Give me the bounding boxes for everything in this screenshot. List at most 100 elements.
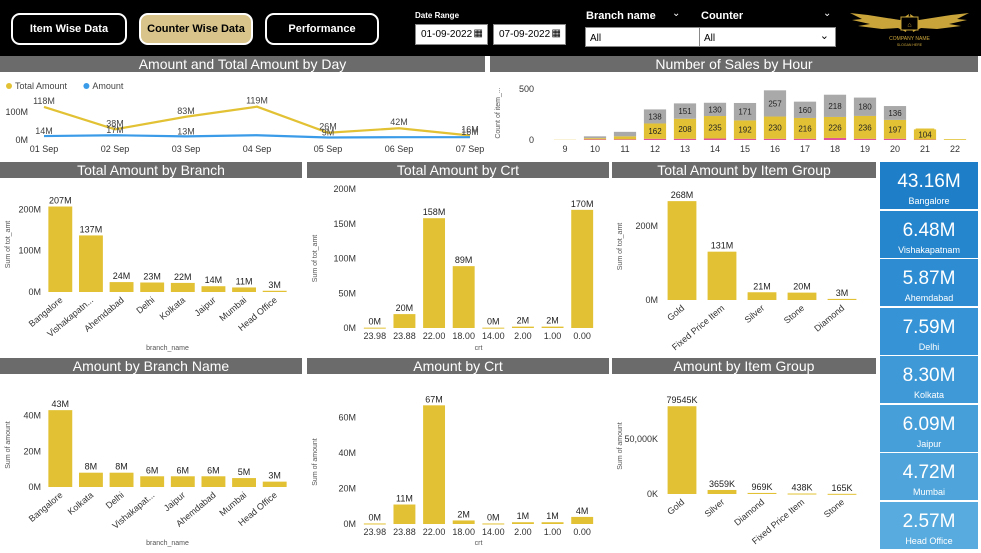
data-label: 13M [177, 126, 195, 136]
x-tick-label: 11 [620, 144, 629, 154]
y-axis-label: Sum of amount [5, 421, 12, 469]
x-tick-label: 0.00 [573, 527, 591, 537]
kpi-card-kolkata: 8.30M Kolkata [880, 356, 978, 403]
bar [201, 286, 226, 292]
data-label: 79545K [666, 395, 697, 405]
data-label: 20M [793, 282, 811, 292]
data-label: 2M [546, 316, 559, 326]
calendar-icon[interactable]: ▦ [552, 28, 561, 39]
data-label: 5M [238, 467, 251, 477]
x-tick-label: 14 [710, 144, 720, 154]
data-label: 165K [831, 483, 852, 493]
data-label: 180 [858, 103, 872, 112]
x-tick-label: 05 Sep [314, 144, 343, 154]
x-tick-label: 1.00 [544, 527, 562, 537]
counter-label: Counter [701, 10, 744, 22]
data-label: 0M [487, 512, 500, 522]
y-axis-label: Sum of tot_amt [617, 223, 624, 271]
data-label: 151 [678, 107, 692, 116]
kpi-value: 7.59M [902, 316, 956, 338]
x-tick-label: 15 [740, 144, 750, 154]
y-axis-label: Sum of amount [312, 438, 319, 486]
bar [78, 472, 103, 487]
date-from-field[interactable]: 01-09-2022 ▦ [415, 24, 488, 45]
bar [707, 251, 737, 300]
y-tick-label: 100M [333, 254, 356, 264]
bar [140, 282, 165, 292]
y-tick-label: 0M [15, 135, 28, 145]
bar [423, 405, 446, 524]
item2-bar-chart: Sum of amount 0K 50,000K 79545K Gold 3659K Sil… [617, 395, 857, 546]
bar [452, 520, 475, 524]
calendar-icon[interactable]: ▦ [474, 28, 483, 39]
counter-wise-data-button[interactable]: Counter Wise Data [139, 13, 253, 45]
data-label: 43M [52, 399, 70, 409]
branch-bar-chart: Sum of tot_amt0M100M200M207MBangalore137… [5, 196, 287, 352]
bar-segment [943, 139, 967, 140]
counter-select[interactable]: All ⌄ [699, 27, 836, 47]
x-tick-label: 17 [800, 144, 810, 154]
bar [232, 287, 257, 292]
x-tick-label: Gold [665, 303, 686, 323]
kpi-card-head-office: 2.57M Head Office [880, 501, 978, 549]
data-label: 137M [80, 224, 103, 234]
x-tick-label: 23.98 [364, 527, 387, 537]
y-tick-label: 50M [338, 288, 356, 298]
item-wise-data-button[interactable]: Item Wise Data [11, 13, 127, 45]
y-tick-label: 20M [338, 484, 356, 494]
performance-button[interactable]: Performance [265, 13, 379, 45]
x-tick-label: 10 [590, 144, 600, 154]
x-tick-label: 9 [562, 144, 567, 154]
kpi-branch-name: Kolkata [913, 390, 945, 400]
data-label: 4M [576, 506, 589, 516]
data-label: 83M [177, 106, 195, 116]
y-tick-label: 50,000K [624, 434, 658, 444]
date-to-value: 07-09-2022 [499, 29, 551, 40]
data-label: 158M [423, 207, 446, 217]
data-label: 235 [708, 123, 722, 132]
item-chart-title: Total Amount by Item Group [612, 162, 876, 178]
data-label: 268M [671, 190, 694, 200]
legend-label: Total Amount [15, 81, 68, 91]
x-tick-label: Bangalore [27, 490, 65, 524]
bar [393, 504, 416, 524]
x-tick-label: 18 [830, 144, 840, 154]
x-tick-label: Silver [703, 497, 727, 519]
branch-name-label: Branch name [586, 10, 656, 22]
x-tick-label: Diamond [732, 497, 766, 528]
date-to-field[interactable]: 07-09-2022 ▦ [493, 24, 566, 45]
data-label: 216 [798, 124, 812, 133]
bar [541, 522, 564, 524]
bar-segment [583, 139, 607, 140]
x-tick-label: Jaipur [193, 295, 218, 318]
x-tick-label: Kolkata [158, 295, 187, 322]
kpi-card-ahemdabad: 5.87M Ahemdabad [880, 259, 978, 306]
kpi-branch-name: Bangalore [908, 196, 950, 206]
x-tick-label: 22.00 [423, 527, 446, 537]
bar-segment [673, 138, 697, 140]
bar [262, 290, 287, 292]
bar [511, 522, 534, 524]
x-tick-label: 0.00 [573, 331, 591, 341]
x-axis-label: crt [475, 540, 483, 547]
kpi-value: 43.16M [897, 171, 961, 192]
kpi-branch-name: Jaipur [916, 438, 942, 449]
bar [109, 472, 134, 487]
bar [363, 523, 386, 525]
kpi-branch-name: Ahemdabad [904, 293, 954, 303]
x-tick-label: Delhi [134, 295, 156, 316]
data-label: 162 [648, 127, 662, 136]
kpi-card-jaipur: 6.09M Jaipur [880, 404, 978, 452]
x-tick-label: Diamond [812, 303, 846, 334]
x-axis-label: crt [475, 345, 483, 352]
bar-segment [823, 137, 847, 140]
data-label: 136 [888, 109, 902, 118]
bar [747, 492, 777, 494]
x-tick-label: 03 Sep [172, 144, 201, 154]
crt2-bar-chart: Sum of amount 0M 20M 40M 60M 0M 23.98 11M 23.88 6… [312, 394, 594, 547]
data-label: 3M [836, 288, 849, 298]
x-tick-label: 19 [860, 144, 870, 154]
data-label: 130 [708, 105, 722, 114]
y-tick-label: 150M [333, 219, 356, 229]
bar [827, 298, 857, 300]
